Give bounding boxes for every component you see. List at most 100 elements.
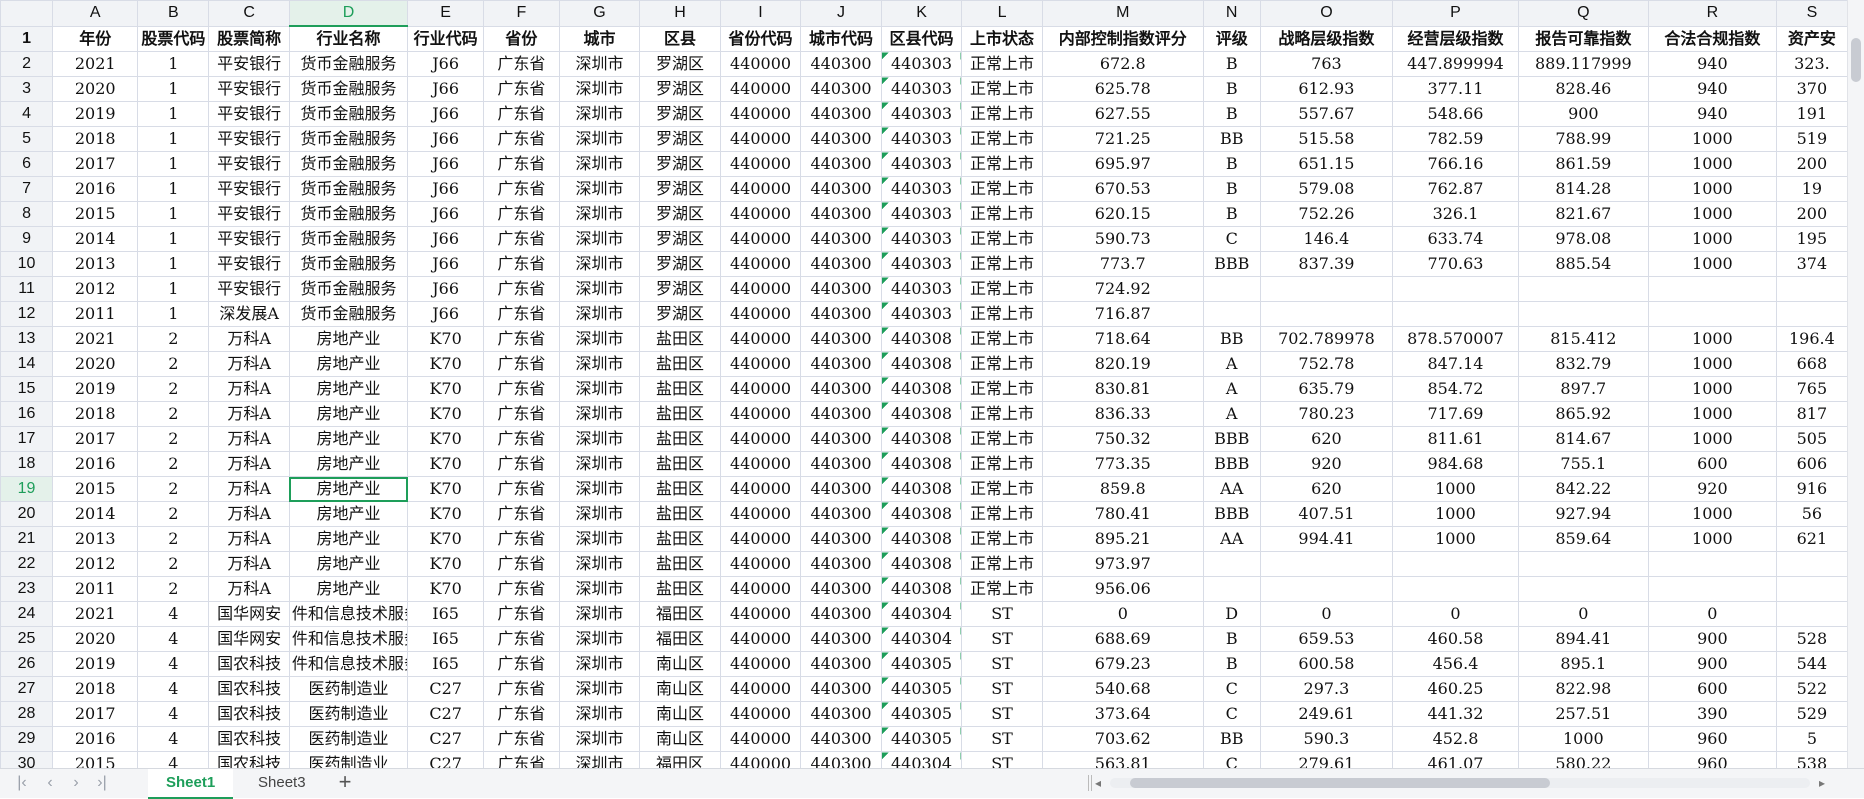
cell[interactable]: 635.79	[1259, 376, 1394, 402]
cell[interactable]: 2	[137, 426, 210, 452]
cell[interactable]: 440300	[800, 676, 882, 702]
cell[interactable]: 正常上市	[961, 76, 1043, 102]
cell[interactable]: 2016	[52, 176, 139, 202]
row-header[interactable]: 22	[0, 551, 54, 577]
cell[interactable]: 703.62	[1041, 726, 1204, 752]
cell[interactable]: 0	[1517, 601, 1649, 627]
cell[interactable]: 668	[1775, 351, 1849, 377]
cell[interactable]: 广东省	[483, 701, 560, 727]
cell[interactable]: 2013	[52, 526, 139, 552]
cell[interactable]: 深圳市	[558, 501, 641, 527]
cell[interactable]: 0	[1259, 601, 1394, 627]
cell[interactable]: 2014	[52, 501, 139, 527]
cell[interactable]: BBB	[1202, 501, 1261, 527]
cell[interactable]: J66	[407, 151, 485, 177]
cell[interactable]: 南山区	[639, 726, 721, 752]
cell[interactable]: 815.412	[1517, 326, 1649, 352]
cell[interactable]: 1000	[1647, 126, 1777, 152]
cell[interactable]: 正常上市	[961, 351, 1043, 377]
cell[interactable]: 440304	[880, 751, 963, 768]
cell[interactable]: 盐田区	[639, 376, 721, 402]
cell[interactable]: 716.87	[1041, 301, 1204, 327]
cell[interactable]: 货币金融服务	[288, 251, 409, 277]
cell[interactable]: 440308	[880, 351, 963, 377]
cell[interactable]: 广东省	[483, 626, 560, 652]
cell[interactable]: 788.99	[1517, 126, 1649, 152]
cell[interactable]: 620	[1259, 476, 1394, 502]
cell[interactable]: 940	[1647, 76, 1777, 102]
cell[interactable]: 440300	[800, 301, 882, 327]
cell[interactable]: B	[1202, 151, 1261, 177]
cell[interactable]: 2019	[52, 101, 139, 127]
cell[interactable]: 600	[1647, 451, 1777, 477]
cell[interactable]: 548.66	[1392, 101, 1519, 127]
cell[interactable]: 1000	[1392, 526, 1519, 552]
cell[interactable]: 1000	[1647, 376, 1777, 402]
field-header-cell[interactable]: 股票代码	[137, 25, 210, 52]
cell[interactable]: 782.59	[1392, 126, 1519, 152]
cell[interactable]: AA	[1202, 526, 1261, 552]
column-header-b[interactable]: B	[137, 0, 210, 27]
cell[interactable]	[1647, 551, 1777, 577]
cell[interactable]: 深圳市	[558, 276, 641, 302]
cell[interactable]: J66	[407, 76, 485, 102]
cell[interactable]: 南山区	[639, 651, 721, 677]
cell[interactable]: 895.1	[1517, 651, 1649, 677]
cell[interactable]: 440300	[800, 751, 882, 768]
column-header-l[interactable]: L	[961, 0, 1043, 27]
cell[interactable]: 广东省	[483, 601, 560, 627]
cell[interactable]: 895.21	[1041, 526, 1204, 552]
cell[interactable]: 深圳市	[558, 701, 641, 727]
cell[interactable]: 正常上市	[961, 476, 1043, 502]
row-header[interactable]: 12	[0, 301, 54, 327]
cell[interactable]: 540.68	[1041, 676, 1204, 702]
cell[interactable]: 货币金融服务	[288, 76, 409, 102]
cell[interactable]: 456.4	[1392, 651, 1519, 677]
cell[interactable]: C27	[407, 726, 485, 752]
cell[interactable]: 盐田区	[639, 401, 721, 427]
cell[interactable]: 440303	[880, 151, 963, 177]
column-header-j[interactable]: J	[800, 0, 882, 27]
cell[interactable]: 780.23	[1259, 401, 1394, 427]
cell[interactable]: 深圳市	[558, 251, 641, 277]
column-header-q[interactable]: Q	[1517, 0, 1649, 27]
cell[interactable]: 702.789978	[1259, 326, 1394, 352]
cell[interactable]: 780.41	[1041, 501, 1204, 527]
cell[interactable]: 件和信息技术服务	[288, 626, 409, 652]
cell[interactable]: 罗湖区	[639, 126, 721, 152]
cell[interactable]: 货币金融服务	[288, 126, 409, 152]
cell[interactable]: 440000	[719, 101, 802, 127]
first-sheet-icon[interactable]: |‹	[12, 773, 32, 793]
column-header-n[interactable]: N	[1202, 0, 1261, 27]
cell[interactable]: C	[1202, 676, 1261, 702]
cell[interactable]: 440300	[800, 326, 882, 352]
cell[interactable]: 房地产业	[288, 326, 409, 352]
cell[interactable]: 440308	[880, 476, 963, 502]
cell[interactable]: 440000	[719, 76, 802, 102]
cell[interactable]: ST	[961, 701, 1043, 727]
cell[interactable]: 859.8	[1041, 476, 1204, 502]
cell[interactable]: 590.73	[1041, 226, 1204, 252]
cell[interactable]: 2018	[52, 401, 139, 427]
cell[interactable]: 2011	[52, 301, 139, 327]
cell[interactable]: BB	[1202, 726, 1261, 752]
cell[interactable]: 440308	[880, 526, 963, 552]
cell[interactable]: 正常上市	[961, 301, 1043, 327]
row-header[interactable]: 17	[0, 426, 54, 452]
cell[interactable]: 440000	[719, 601, 802, 627]
cell[interactable]: 440300	[800, 201, 882, 227]
cell[interactable]	[1517, 551, 1649, 577]
cell[interactable]: 440303	[880, 126, 963, 152]
cell[interactable]: 440305	[880, 676, 963, 702]
row-header[interactable]: 28	[0, 701, 54, 727]
cell[interactable]: C27	[407, 701, 485, 727]
cell[interactable]: 2	[137, 476, 210, 502]
cell[interactable]: 广东省	[483, 351, 560, 377]
field-header-cell[interactable]: 内部控制指数评分	[1041, 25, 1204, 52]
cell[interactable]: C27	[407, 676, 485, 702]
cell[interactable]: 196.4	[1775, 326, 1849, 352]
cell[interactable]: 440000	[719, 126, 802, 152]
cell[interactable]: 830.81	[1041, 376, 1204, 402]
cell[interactable]: 深圳市	[558, 726, 641, 752]
cell[interactable]: 679.23	[1041, 651, 1204, 677]
